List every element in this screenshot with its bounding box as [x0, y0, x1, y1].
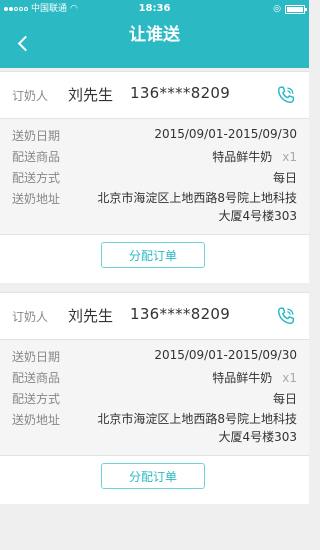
- detail-label: 送奶地址: [12, 413, 61, 427]
- customer-name: 刘先生: [68, 307, 114, 325]
- detail-value-product: 特品鲜牛奶 x1: [212, 369, 297, 386]
- order-details: 送奶日期 2015/09/01-2015/09/30 配送商品 特品鲜牛奶 x1 …: [0, 119, 309, 234]
- status-right: ◎: [273, 0, 307, 18]
- detail-row-address: 送奶地址 北京市海淀区上地西路8号院上地科技大厦4号楼303: [12, 409, 297, 449]
- action-row: 分配订单: [0, 234, 309, 283]
- orderer-row: 订奶人 刘先生 136****8209: [0, 292, 309, 340]
- detail-value: 2015/09/01-2015/09/30: [154, 348, 297, 362]
- detail-value: 2015/09/01-2015/09/30: [154, 127, 297, 141]
- detail-label: 配送方式: [12, 171, 61, 185]
- detail-label: 配送方式: [12, 392, 61, 406]
- detail-row-method: 配送方式 每日: [12, 167, 297, 188]
- detail-value-address: 北京市海淀区上地西路8号院上地科技大厦4号楼303: [97, 412, 297, 444]
- detail-row-product: 配送商品 特品鲜牛奶 x1: [12, 367, 297, 388]
- detail-label: 送奶日期: [12, 129, 61, 143]
- customer-name: 刘先生: [68, 86, 114, 104]
- product-quantity: x1: [282, 371, 297, 385]
- detail-row-date: 送奶日期 2015/09/01-2015/09/30: [12, 346, 297, 367]
- assign-order-button[interactable]: 分配订单: [101, 463, 205, 489]
- action-row: 分配订单: [0, 455, 309, 504]
- detail-label: 配送商品: [12, 150, 61, 164]
- detail-label: 送奶日期: [12, 350, 61, 364]
- phone-icon[interactable]: [275, 84, 297, 106]
- customer-phone: 136****8209: [130, 305, 231, 323]
- status-time: 18:36: [138, 3, 171, 14]
- order-card: 订奶人 刘先生 136****8209 送奶日期 2015/09/01-2015…: [0, 71, 309, 283]
- detail-label: 配送商品: [12, 371, 61, 385]
- detail-row-date: 送奶日期 2015/09/01-2015/09/30: [12, 125, 297, 146]
- orderer-label: 订奶人: [12, 89, 49, 103]
- order-card: 订奶人 刘先生 136****8209 送奶日期 2015/09/01-2015…: [0, 292, 309, 504]
- battery-icon: [285, 4, 307, 14]
- detail-row-product: 配送商品 特品鲜牛奶 x1: [12, 146, 297, 167]
- detail-label: 送奶地址: [12, 192, 61, 206]
- orderer-label: 订奶人: [12, 310, 49, 324]
- detail-row-address: 送奶地址 北京市海淀区上地西路8号院上地科技大厦4号楼303: [12, 188, 297, 228]
- nav-bar: 让谁送: [0, 18, 309, 68]
- orderer-row: 订奶人 刘先生 136****8209: [0, 71, 309, 119]
- orientation-lock-icon: ◎: [273, 4, 281, 14]
- customer-phone: 136****8209: [130, 84, 231, 102]
- detail-value-product: 特品鲜牛奶 x1: [212, 148, 297, 165]
- product-name: 特品鲜牛奶: [212, 371, 273, 385]
- status-bar: 中国联通 ◠ 18:36 ◎: [0, 0, 309, 18]
- order-details: 送奶日期 2015/09/01-2015/09/30 配送商品 特品鲜牛奶 x1 …: [0, 340, 309, 455]
- detail-value-address: 北京市海淀区上地西路8号院上地科技大厦4号楼303: [97, 191, 297, 223]
- assign-order-button[interactable]: 分配订单: [101, 242, 205, 268]
- detail-value: 每日: [272, 171, 297, 185]
- page-title: 让谁送: [129, 25, 180, 45]
- product-name: 特品鲜牛奶: [212, 150, 273, 164]
- detail-row-method: 配送方式 每日: [12, 388, 297, 409]
- phone-icon[interactable]: [275, 305, 297, 327]
- detail-value: 每日: [272, 392, 297, 406]
- app-header: 中国联通 ◠ 18:36 ◎ 让谁送: [0, 0, 309, 68]
- product-quantity: x1: [282, 150, 297, 164]
